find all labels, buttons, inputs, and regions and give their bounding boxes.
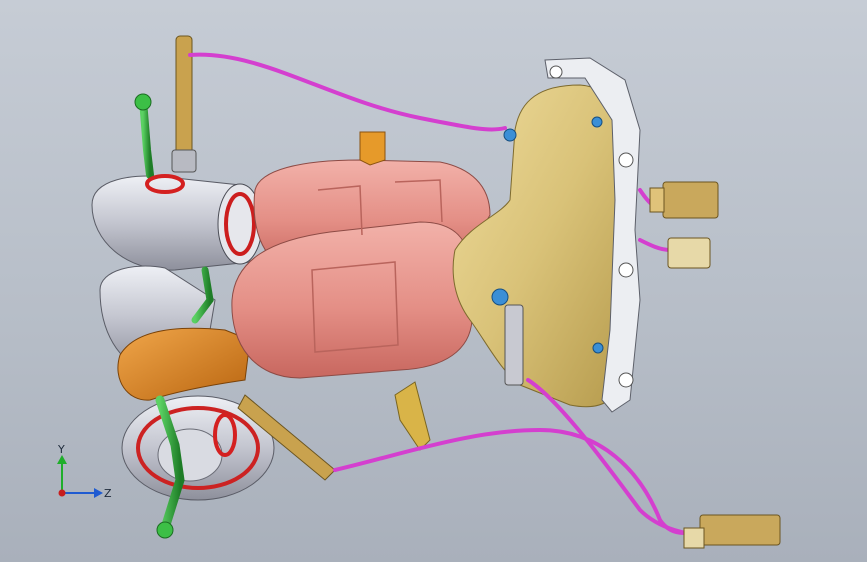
downpipe[interactable] [117, 327, 251, 401]
bracket-eyelet-top [134, 93, 152, 111]
connector-lower[interactable] [683, 514, 781, 549]
z-axis-arrow-icon [94, 488, 103, 498]
exhaust-assembly-model[interactable]: Y Z [0, 0, 867, 562]
triad-origin-icon [58, 489, 66, 497]
oxygen-sensor-manifold[interactable] [504, 304, 524, 386]
cad-viewport[interactable]: Y Z [0, 0, 867, 562]
bracket-eyelet-bottom [156, 521, 174, 539]
y-axis-arrow-icon [57, 455, 67, 464]
triad-z-label: Z [104, 487, 112, 500]
exhaust-manifold[interactable] [452, 84, 626, 408]
lower-bracket[interactable] [394, 381, 431, 451]
connector-middle[interactable] [667, 237, 711, 269]
triad-y-label: Y [57, 443, 65, 456]
top-bracket[interactable] [359, 131, 386, 166]
connector-upper[interactable] [649, 181, 719, 219]
coordinate-triad: Y Z [57, 443, 112, 500]
